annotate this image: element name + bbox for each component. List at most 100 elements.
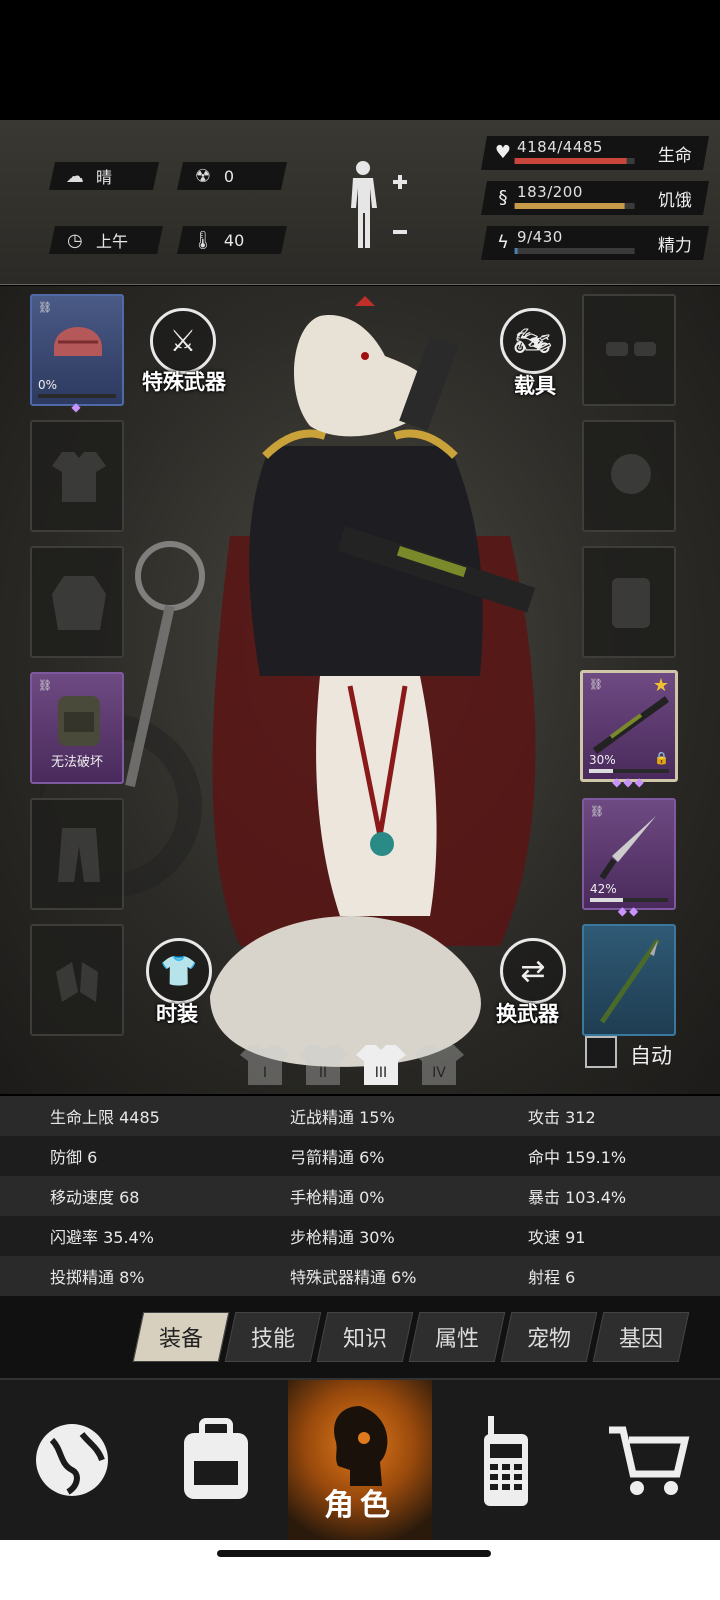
helmet-slot[interactable]: ⛓ 0% ◆: [30, 294, 124, 414]
hunger-label: 饥饿: [657, 191, 692, 211]
spear-slot[interactable]: [582, 924, 676, 1036]
energy-head-icon: ϟ: [497, 232, 509, 253]
backpack-caption: 无法破坏: [50, 755, 103, 770]
thermometer-icon: 🌡: [191, 229, 215, 251]
tab-skills[interactable]: 技能: [224, 1312, 322, 1362]
outfit-set-tabs: I II III IV: [240, 1041, 480, 1091]
tshirt-icon: 👕: [160, 953, 198, 989]
nav-character[interactable]: 角色: [288, 1380, 432, 1540]
bottom-nav: 角色: [0, 1378, 720, 1540]
nav-inventory[interactable]: [144, 1380, 288, 1540]
special-weapon-button[interactable]: ⚔: [150, 308, 216, 374]
outfit-tab-1[interactable]: I: [240, 1041, 290, 1087]
tab-equipment-label: 装备: [158, 1327, 203, 1352]
stat-melee-mastery: 近战精通 15%: [290, 1108, 395, 1127]
stats-row: 投掷精通 8% 特殊武器精通 6% 射程 6: [0, 1256, 720, 1296]
tab-genes[interactable]: 基因: [592, 1312, 690, 1362]
coat-slot[interactable]: [30, 546, 124, 658]
outfit-tab-4[interactable]: IV: [414, 1041, 464, 1087]
tab-pets-label: 宠物: [526, 1327, 571, 1352]
auto-label[interactable]: 自动: [630, 1040, 672, 1070]
weather-text: 晴: [96, 168, 113, 187]
stats-row: 防御 6 弓箭精通 6% 命中 159.1%: [0, 1136, 720, 1176]
stat-defense: 防御 6: [50, 1148, 98, 1167]
glasses-icon: [606, 342, 656, 356]
special-weapon-label[interactable]: 特殊武器: [142, 366, 226, 396]
stat-pistol-mastery: 手枪精通 0%: [290, 1188, 385, 1207]
outfit-tab-2-numeral: II: [319, 1065, 327, 1081]
nav-radio[interactable]: [432, 1380, 576, 1540]
auto-checkbox[interactable]: [585, 1036, 617, 1068]
backpack-slot[interactable]: ⛓ 无法破坏: [30, 672, 124, 784]
fashion-button[interactable]: 👕: [146, 938, 212, 1004]
tab-knowledge-label: 知识: [342, 1327, 387, 1352]
vest-slot[interactable]: [582, 546, 676, 658]
switch-weapon-label[interactable]: 换武器: [496, 998, 559, 1028]
stomach-icon: §: [498, 187, 508, 208]
mask-slot[interactable]: [582, 420, 676, 532]
stats-row: 生命上限 4485 近战精通 15% 攻击 312: [0, 1096, 720, 1136]
fashion-label[interactable]: 时装: [156, 998, 198, 1028]
temperature-value: 40: [224, 230, 245, 250]
switch-weapon-button[interactable]: ⇄: [500, 938, 566, 1004]
stat-throw-mastery: 投掷精通 8%: [50, 1268, 145, 1287]
weather-chip: ☁ 晴: [49, 162, 159, 190]
tab-genes-label: 基因: [618, 1327, 663, 1352]
spear-icon: [599, 938, 661, 1024]
helmet-rank-gems: ◆: [71, 400, 83, 414]
gas-mask-icon: [611, 454, 651, 494]
time-chip: ◷ 上午: [49, 226, 163, 254]
shirt-slot[interactable]: [30, 420, 124, 532]
clock-icon: ◷: [67, 229, 83, 251]
stat-critical: 暴击 103.4%: [528, 1188, 627, 1207]
stat-max-hp: 生命上限 4485: [50, 1108, 160, 1127]
rifle-slot[interactable]: ⛓ ★ 🔒 30% ◆◆◆: [580, 670, 678, 789]
cloud-sun-icon: ☁: [66, 165, 84, 187]
stat-rifle-mastery: 步枪精通 30%: [290, 1228, 395, 1247]
temperature-chip: 🌡 40: [177, 226, 287, 254]
stat-attack-speed: 攻速 91: [528, 1228, 586, 1247]
tab-attributes-label: 属性: [434, 1327, 479, 1352]
body-status-button[interactable]: [345, 158, 415, 258]
pants-slot[interactable]: [30, 798, 124, 910]
tab-knowledge[interactable]: 知识: [316, 1312, 414, 1362]
character-subtabs: 装备 技能 知识 属性 宠物 基因: [0, 1296, 720, 1378]
rifle-icon: [592, 696, 670, 754]
lock-icon: 🔒: [654, 751, 669, 765]
tab-attributes[interactable]: 属性: [408, 1312, 506, 1362]
outfit-tab-3-numeral: III: [375, 1065, 387, 1081]
home-indicator[interactable]: [217, 1550, 491, 1557]
rifle-rank-gems: ◆◆◆: [612, 775, 646, 789]
stat-attack: 攻击 312: [528, 1108, 596, 1127]
special-weapon-icon: ⚔: [169, 323, 197, 359]
outfit-tab-2[interactable]: II: [298, 1041, 348, 1087]
stats-row: 移动速度 68 手枪精通 0% 暴击 103.4%: [0, 1176, 720, 1216]
health-fill: [514, 158, 627, 164]
machete-icon: [599, 816, 656, 880]
radio-icon: [484, 1416, 528, 1506]
tab-pets[interactable]: 宠物: [500, 1312, 598, 1362]
nav-world[interactable]: [0, 1380, 144, 1540]
shoes-slot[interactable]: [30, 924, 124, 1036]
vehicle-label[interactable]: 载具: [514, 370, 556, 400]
top-hud: ☁ 晴 ☢ 0 ◷ 上午 🌡 40 ♥ 4184/4485 生命 § 183/2…: [0, 120, 720, 285]
glasses-slot[interactable]: [582, 294, 676, 406]
stats-row: 闪避率 35.4% 步枪精通 30% 攻速 91: [0, 1216, 720, 1256]
vehicle-button[interactable]: 🏍: [500, 308, 566, 374]
status-bar-area: [0, 0, 720, 120]
nav-shop[interactable]: [576, 1380, 720, 1540]
tab-equipment[interactable]: 装备: [132, 1312, 230, 1362]
rifle-durability-fill: [589, 769, 613, 773]
stat-dodge: 闪避率 35.4%: [50, 1228, 154, 1247]
shoes-icon: [56, 962, 98, 1002]
radiation-icon: ☢: [194, 165, 212, 187]
pants-icon: [58, 828, 100, 882]
outfit-tab-3[interactable]: III: [356, 1041, 406, 1087]
motorcycle-icon: 🏍: [513, 323, 553, 359]
radiation-value: 0: [224, 166, 235, 186]
cart-icon: [609, 1426, 690, 1495]
knife-slot[interactable]: ⛓ 42% ◆◆: [582, 798, 676, 918]
stat-special-weapon-mastery: 特殊武器精通 6%: [290, 1268, 417, 1287]
knife-durability-fill: [590, 898, 623, 902]
helmet-durability-text: 0%: [38, 378, 58, 392]
